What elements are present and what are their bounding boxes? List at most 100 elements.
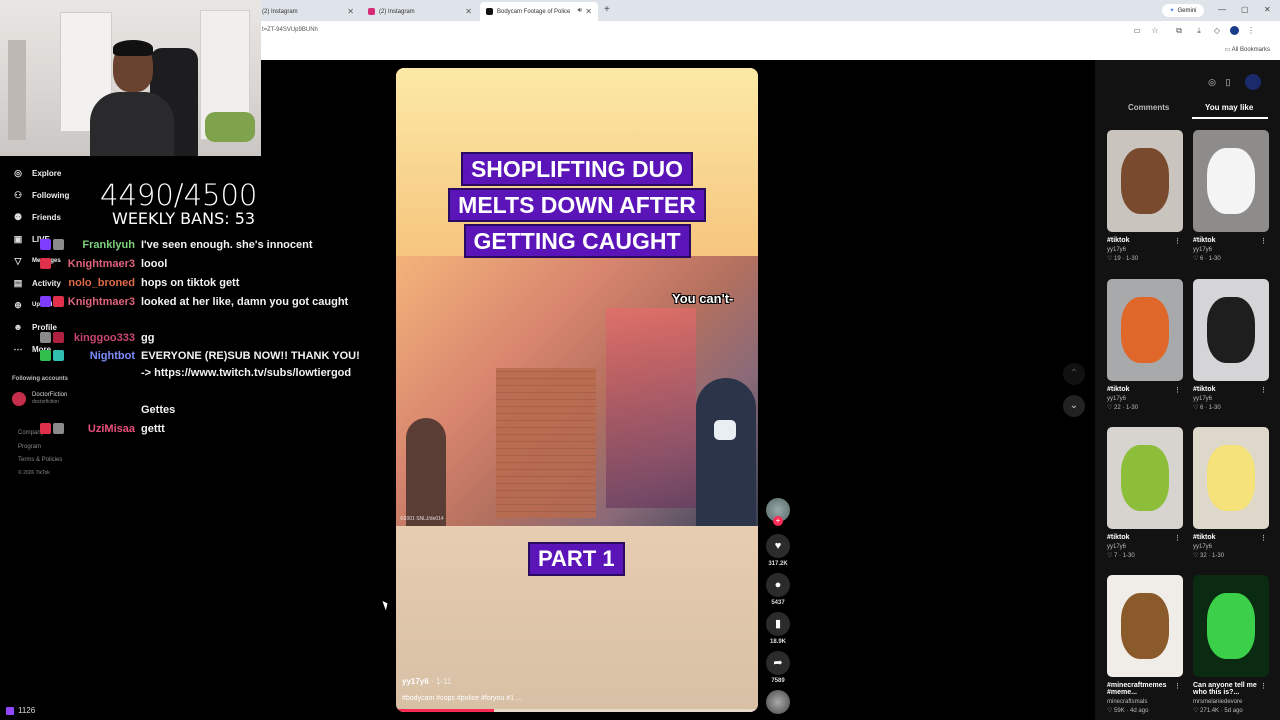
scroll-down-button[interactable]: ⌄ bbox=[1063, 395, 1085, 417]
card-author[interactable]: mrsmelaniedevore bbox=[1193, 699, 1269, 705]
footer-link[interactable]: Terms & Policies bbox=[18, 457, 62, 463]
video-caption[interactable]: #bodycam #cops #police #foryou #1 ... bbox=[402, 695, 522, 702]
phone-icon[interactable]: ▯ bbox=[1222, 76, 1234, 88]
recommended-video-card[interactable]: #tiktok ⋮ yy17y6 ♡ 6 · 1-30 bbox=[1193, 130, 1269, 262]
browser-tab[interactable]: (2) Instagram ✕ bbox=[362, 2, 478, 21]
more-options-icon[interactable]: ⋮ bbox=[1174, 386, 1181, 394]
menu-icon[interactable]: ⋮ bbox=[1246, 26, 1256, 36]
video-thumbnail[interactable] bbox=[1193, 575, 1269, 677]
video-brick-wall bbox=[496, 368, 596, 518]
save-button[interactable]: ▮ bbox=[766, 612, 790, 636]
downloads-icon[interactable]: ⤓ bbox=[1194, 26, 1204, 36]
minimize-icon[interactable]: — bbox=[1218, 5, 1226, 14]
video-thumbnail[interactable] bbox=[1107, 427, 1183, 529]
browser-tab-active[interactable]: Bodycam Footage of Police 🔊︎ ✕ bbox=[480, 2, 598, 21]
scroll-up-button[interactable]: ⌃ bbox=[1063, 363, 1085, 385]
share-button[interactable]: ➦ bbox=[766, 651, 790, 675]
footer-link[interactable]: Program bbox=[18, 444, 41, 450]
url-text[interactable]: t=ZT-94SVUp9BUNh bbox=[262, 27, 318, 33]
video-thumbnail[interactable] bbox=[1193, 427, 1269, 529]
all-bookmarks-button[interactable]: ▭ All Bookmarks bbox=[1225, 46, 1270, 53]
nav-messages[interactable]: ▽Messages bbox=[12, 254, 61, 268]
recommended-video-card[interactable]: Can anyone tell me who this is?... ⋮ mrsme… bbox=[1193, 575, 1269, 714]
recommended-video-card[interactable]: #tiktok ⋮ yy17y6 ♡ 6 · 1-30 bbox=[1193, 279, 1269, 411]
more-options-icon[interactable]: ⋮ bbox=[1174, 682, 1181, 690]
card-title[interactable]: #tiktok ⋮ bbox=[1193, 534, 1269, 542]
close-window-icon[interactable]: ✕ bbox=[1264, 5, 1271, 14]
card-title[interactable]: #minecraftmemes #meme... ⋮ bbox=[1107, 682, 1183, 696]
nav-following[interactable]: ⚇ Following bbox=[12, 188, 69, 202]
card-author[interactable]: yy17y6 bbox=[1193, 247, 1269, 253]
card-title[interactable]: #tiktok ⋮ bbox=[1107, 534, 1183, 542]
extension-icon[interactable]: ◇ bbox=[1212, 26, 1222, 36]
extensions-icon[interactable]: ⧉ bbox=[1174, 26, 1184, 36]
video-author-line[interactable]: yy17y6 · 1-11 bbox=[402, 677, 451, 686]
close-icon[interactable]: ✕ bbox=[347, 7, 354, 16]
recommended-video-card[interactable]: #tiktok ⋮ yy17y6 ♡ 19 · 1-30 bbox=[1107, 130, 1183, 262]
more-options-icon[interactable]: ⋮ bbox=[1174, 534, 1181, 542]
recommended-video-card[interactable]: #minecraftmemes #meme... ⋮ minecraftsmals ♡… bbox=[1107, 575, 1183, 714]
recommended-video-card[interactable]: #tiktok ⋮ yy17y6 ♡ 22 · 1-30 bbox=[1107, 279, 1183, 411]
video-thumbnail[interactable] bbox=[1107, 279, 1183, 381]
user-avatar[interactable] bbox=[1245, 74, 1261, 90]
video-thumbnail[interactable] bbox=[1193, 279, 1269, 381]
more-options-icon[interactable]: ⋮ bbox=[1260, 237, 1267, 245]
more-options-icon[interactable]: ⋮ bbox=[1260, 682, 1267, 690]
chat-username[interactable]: Nightbot bbox=[90, 348, 135, 365]
card-title[interactable]: #tiktok ⋮ bbox=[1193, 237, 1269, 245]
follow-plus-icon[interactable]: + bbox=[773, 516, 783, 526]
video-title-line: SHOPLIFTING DUO bbox=[460, 152, 694, 186]
card-title[interactable]: Can anyone tell me who this is?... ⋮ bbox=[1193, 682, 1269, 696]
maximize-icon[interactable]: ▢ bbox=[1241, 5, 1249, 14]
card-author[interactable]: yy17y6 bbox=[1107, 247, 1183, 253]
more-options-icon[interactable]: ⋮ bbox=[1174, 237, 1181, 245]
card-title[interactable]: #tiktok ⋮ bbox=[1193, 386, 1269, 394]
tab-you-may-like[interactable]: You may like bbox=[1205, 103, 1253, 112]
video-progress-bar[interactable] bbox=[396, 709, 758, 712]
more-options-icon[interactable]: ⋮ bbox=[1260, 386, 1267, 394]
chat-text: loool bbox=[141, 258, 168, 270]
chat-username[interactable]: Knightmaer3 bbox=[68, 294, 135, 311]
following-account[interactable]: DoctorFiction doctorfiction bbox=[12, 392, 67, 406]
card-author[interactable]: yy17y6 bbox=[1107, 396, 1183, 402]
new-tab-button[interactable]: + bbox=[604, 4, 610, 15]
chat-username[interactable]: Franklyuh bbox=[82, 237, 135, 254]
video-thumbnail[interactable] bbox=[1107, 130, 1183, 232]
nav-label: Explore bbox=[32, 168, 62, 178]
card-author[interactable]: yy17y6 bbox=[1107, 544, 1183, 550]
bookmark-star-icon[interactable]: ☆ bbox=[1150, 26, 1160, 36]
compass-icon[interactable]: ◎ bbox=[1206, 76, 1218, 88]
video-author[interactable]: yy17y6 bbox=[402, 677, 429, 686]
nav-explore[interactable]: ◎ Explore bbox=[12, 166, 61, 180]
chat-username[interactable]: UziMisaa bbox=[88, 421, 135, 438]
tab-comments[interactable]: Comments bbox=[1128, 103, 1169, 112]
comment-button[interactable]: ● bbox=[766, 573, 790, 597]
thumbnail-subject bbox=[1207, 445, 1255, 511]
chat-username[interactable]: nolo_broned bbox=[68, 275, 135, 292]
recommended-video-card[interactable]: #tiktok ⋮ yy17y6 ♡ 32 · 1-30 bbox=[1193, 427, 1269, 559]
chat-username[interactable]: kinggoo333 bbox=[74, 330, 135, 347]
profile-avatar-icon[interactable] bbox=[1229, 26, 1239, 36]
video-player[interactable]: SHOPLIFTING DUO MELTS DOWN AFTER GETTING… bbox=[396, 68, 758, 712]
gemini-button[interactable]: ✦ Gemini bbox=[1162, 4, 1204, 17]
card-title[interactable]: #tiktok ⋮ bbox=[1107, 237, 1183, 245]
more-options-icon[interactable]: ⋮ bbox=[1260, 534, 1267, 542]
card-author[interactable]: yy17y6 bbox=[1193, 544, 1269, 550]
music-disc-icon[interactable] bbox=[766, 690, 790, 714]
close-icon[interactable]: ✕ bbox=[585, 7, 592, 16]
browser-tab[interactable]: (2) Instagram ✕ bbox=[256, 2, 360, 21]
nav-activity[interactable]: ▤ Activity bbox=[12, 276, 61, 290]
video-thumbnail[interactable] bbox=[1193, 130, 1269, 232]
video-thumbnail[interactable] bbox=[1107, 575, 1183, 677]
nav-friends[interactable]: ⚉ Friends bbox=[12, 210, 61, 224]
like-button[interactable]: ♥ bbox=[766, 534, 790, 558]
card-title[interactable]: #tiktok ⋮ bbox=[1107, 386, 1183, 394]
recommended-video-card[interactable]: #tiktok ⋮ yy17y6 ♡ 7 · 1-30 bbox=[1107, 427, 1183, 559]
close-icon[interactable]: ✕ bbox=[465, 7, 472, 16]
cast-icon[interactable]: ▭ bbox=[1132, 26, 1142, 36]
card-author[interactable]: yy17y6 bbox=[1193, 396, 1269, 402]
speaker-icon[interactable]: 🔊︎ bbox=[578, 7, 582, 15]
chat-username[interactable]: Knightmaer3 bbox=[68, 256, 135, 273]
card-author[interactable]: minecraftsmals bbox=[1107, 699, 1183, 705]
viewer-count-value: 1126 bbox=[18, 706, 36, 715]
